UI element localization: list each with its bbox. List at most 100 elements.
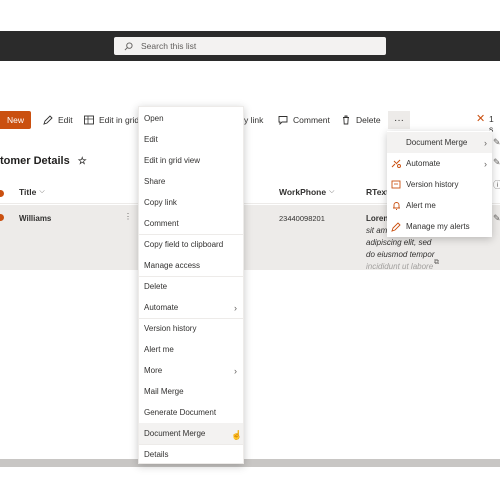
rtext-line: incididunt ut labore — [366, 262, 434, 269]
copy-link-label: y link — [244, 115, 264, 125]
menu-item-comment[interactable]: Comment — [139, 213, 243, 234]
submenu-item-label: Document Merge — [406, 138, 468, 147]
menu-item-automate[interactable]: Automate › — [139, 297, 243, 318]
list-title-text: tomer Details — [0, 155, 70, 167]
rtext-bold: Loren — [366, 214, 389, 223]
close-icon[interactable]: ✕ — [476, 112, 485, 125]
column-header-rtext[interactable]: RText — [366, 187, 389, 197]
row-more-icon[interactable]: ⋮ — [124, 212, 132, 221]
menu-item-edit-grid[interactable]: Edit in grid view — [139, 150, 243, 171]
alerts-icon — [391, 221, 401, 232]
history-icon — [391, 180, 401, 188]
menu-item-manage-access[interactable]: Manage access — [139, 255, 243, 276]
pencil-icon — [43, 115, 53, 125]
menu-item-label: Mail Merge — [144, 387, 184, 396]
chevron-down-icon: ⌵ — [39, 188, 45, 195]
menu-item-details[interactable]: Details — [139, 444, 243, 465]
submenu-item-label: Automate — [406, 159, 441, 168]
chevron-right-icon: › — [234, 365, 237, 376]
scrollbar[interactable] — [0, 459, 500, 467]
header-select-circle[interactable] — [0, 190, 4, 197]
menu-item-label: Details — [144, 450, 169, 459]
menu-item-version-history[interactable]: Version history — [139, 318, 243, 339]
column-header-workphone[interactable]: WorkPhone ⌵ — [279, 187, 334, 197]
new-label: New — [6, 115, 24, 125]
menu-item-generate-document[interactable]: Generate Document — [139, 402, 243, 423]
comment-button[interactable]: Comment — [278, 111, 330, 129]
new-button[interactable]: New — [0, 111, 31, 129]
rtext-line: do eiusmod tempor — [366, 250, 435, 259]
comment-label: Comment — [293, 115, 330, 125]
page-title: tomer Details ☆ — [0, 155, 87, 167]
more-commands-button[interactable]: ··· — [388, 111, 410, 129]
menu-item-share[interactable]: Share — [139, 171, 243, 192]
menu-item-label: Delete — [144, 282, 168, 291]
menu-item-more[interactable]: More › — [139, 360, 243, 381]
delete-label: Delete — [356, 115, 381, 125]
menu-item-copy-field[interactable]: Copy field to clipboard — [139, 234, 243, 255]
submenu-item-automate[interactable]: Automate › — [387, 153, 492, 174]
column-rtext-label: RText — [366, 187, 389, 197]
menu-item-alert-me[interactable]: Alert me — [139, 339, 243, 360]
chevron-right-icon: › — [234, 302, 237, 313]
rtext-line: adipiscing elit, sed — [366, 238, 432, 247]
star-icon[interactable]: ☆ — [78, 156, 87, 167]
search-box[interactable]: Search this list — [114, 37, 386, 55]
comment-icon — [278, 116, 288, 125]
chevron-right-icon: › — [484, 137, 487, 148]
expand-icon[interactable]: ⧉ — [434, 259, 439, 267]
automate-icon — [391, 159, 401, 168]
menu-item-copy-link[interactable]: Copy link — [139, 192, 243, 213]
grid-icon — [84, 115, 94, 125]
column-header-title[interactable]: Title ⌵ — [19, 187, 45, 197]
delete-button[interactable]: Delete — [341, 111, 381, 129]
edit-button[interactable]: Edit — [43, 111, 73, 129]
row-workphone-cell: 23440098201 — [279, 214, 325, 223]
chevron-right-icon: › — [484, 158, 487, 169]
search-placeholder: Search this list — [141, 41, 197, 51]
info-icon[interactable]: ⓘ — [493, 178, 500, 191]
edit-label: Edit — [58, 115, 73, 125]
menu-item-label: Manage access — [144, 261, 201, 270]
menu-item-open[interactable]: Open — [139, 108, 243, 129]
edit-grid-button[interactable]: Edit in grid — [84, 111, 139, 129]
chevron-down-icon: ⌵ — [329, 188, 335, 195]
menu-item-label: Open — [144, 114, 164, 123]
submenu-item-label: Alert me — [406, 201, 436, 210]
edit-grid-label: Edit in grid — [99, 115, 140, 125]
edit-icon[interactable]: ✎ — [493, 213, 500, 224]
submenu-item-version-history[interactable]: Version history — [387, 174, 492, 195]
context-menu: Open Edit Edit in grid view Share Copy l… — [138, 106, 244, 464]
menu-item-label: Alert me — [144, 345, 174, 354]
menu-item-mail-merge[interactable]: Mail Merge — [139, 381, 243, 402]
menu-item-document-merge[interactable]: Document Merge ☝ — [139, 423, 243, 444]
edit-icon[interactable]: ✎ — [493, 137, 500, 148]
ellipsis-label: ··· — [394, 114, 404, 126]
copy-link-button[interactable]: y link — [244, 111, 263, 129]
row-title-cell[interactable]: Williams — [19, 214, 51, 223]
column-title-label: Title — [19, 187, 37, 197]
menu-item-label: More — [144, 366, 163, 375]
submenu-item-label: Manage my alerts — [406, 222, 470, 231]
trash-icon — [343, 115, 349, 125]
search-icon — [124, 41, 133, 50]
menu-item-label: Automate — [144, 303, 179, 312]
hand-cursor-icon: ☝ — [231, 430, 243, 440]
column-workphone-label: WorkPhone — [279, 187, 327, 197]
menu-item-label: Document Merge — [144, 429, 206, 438]
edit-icon[interactable]: ✎ — [493, 157, 500, 168]
menu-item-label: Share — [144, 177, 166, 186]
menu-item-label: Generate Document — [144, 408, 217, 417]
menu-item-label: Edit in grid view — [144, 156, 201, 165]
menu-item-delete[interactable]: Delete — [139, 276, 243, 297]
menu-item-label: Copy link — [144, 198, 177, 207]
more-submenu: Document Merge › Automate › Version hist… — [387, 131, 492, 237]
menu-item-label: Version history — [144, 324, 197, 333]
menu-item-edit[interactable]: Edit — [139, 129, 243, 150]
submenu-item-label: Version history — [406, 180, 459, 189]
submenu-item-alert-me[interactable]: Alert me — [387, 195, 492, 216]
submenu-item-document-merge[interactable]: Document Merge › — [387, 132, 492, 153]
bell-icon — [393, 201, 400, 210]
menu-item-label: Edit — [144, 135, 158, 144]
submenu-item-manage-alerts[interactable]: Manage my alerts — [387, 216, 492, 237]
